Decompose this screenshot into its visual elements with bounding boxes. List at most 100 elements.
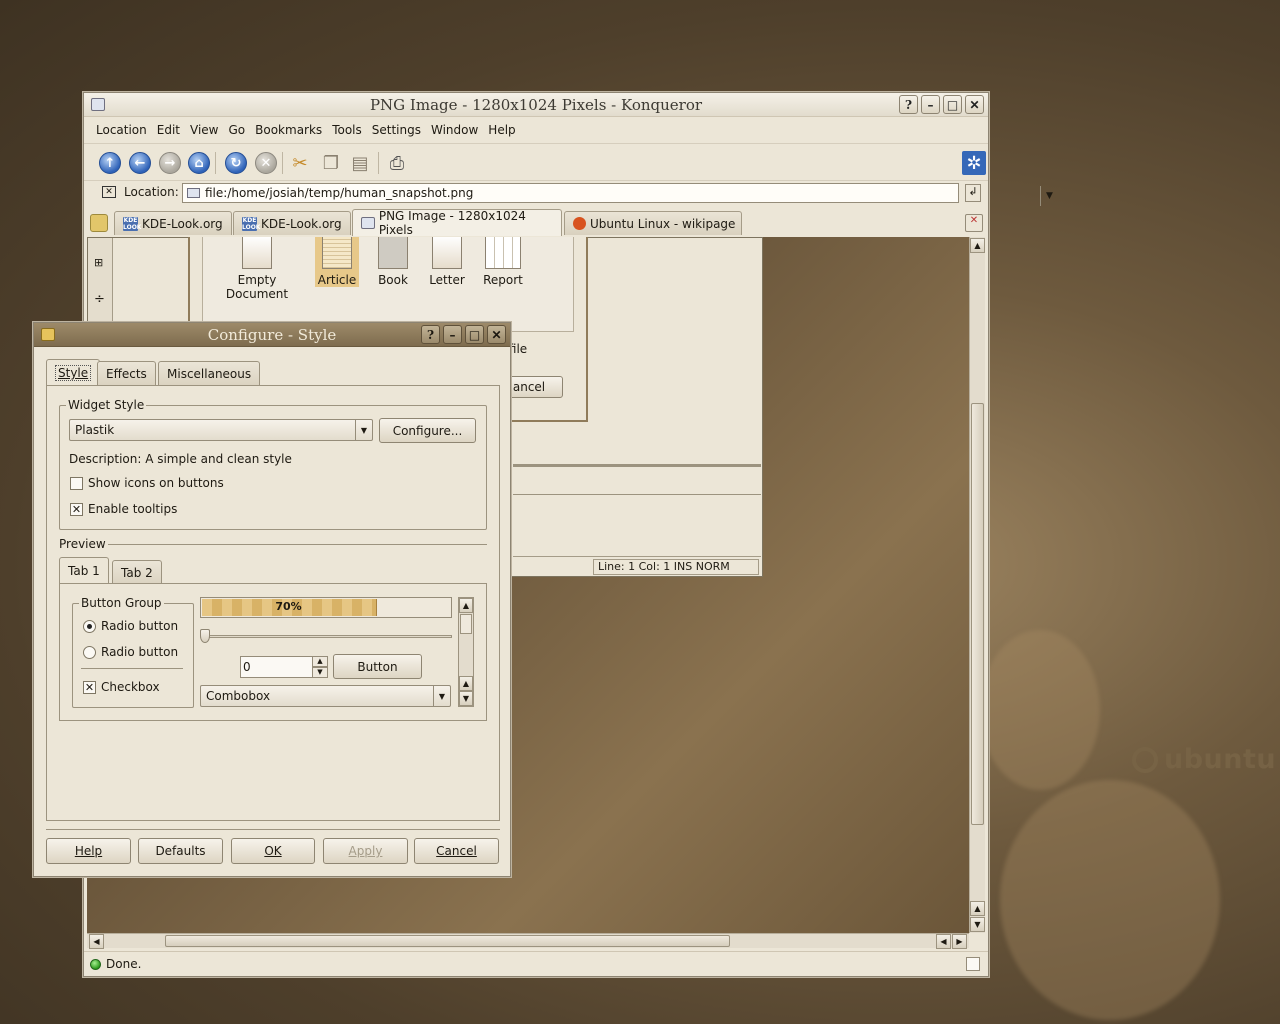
dialog-close-button[interactable]: ✕: [487, 325, 506, 344]
scroll-down-icon[interactable]: ▲: [970, 901, 985, 916]
defaults-button[interactable]: Defaults: [138, 838, 223, 864]
close-button[interactable]: ✕: [965, 95, 984, 114]
scroll-left-icon[interactable]: ◀: [936, 934, 951, 949]
forward-icon[interactable]: →: [159, 152, 181, 174]
enable-tooltips-checkbox[interactable]: ✕: [70, 503, 83, 516]
back-icon[interactable]: ←: [129, 152, 151, 174]
help-button[interactable]: Help: [46, 838, 131, 864]
scroll-up-icon[interactable]: ▲: [459, 676, 473, 691]
menu-edit[interactable]: Edit: [152, 123, 185, 137]
split-view-toggle[interactable]: [966, 957, 980, 971]
print-icon[interactable]: ⎙: [386, 152, 408, 174]
copy-icon[interactable]: ❐: [320, 152, 342, 174]
window-app-icon[interactable]: [91, 98, 105, 111]
ubuntu-logo: ubuntu: [1132, 744, 1276, 775]
toolbar-separator: [378, 152, 379, 174]
sidebar-tool-icon: ÷: [94, 292, 105, 307]
dialog-titlebar[interactable]: Configure - Style ? – □ ✕: [34, 323, 510, 347]
toolbar-separator: [215, 152, 216, 174]
scroll-left-icon[interactable]: ◀: [89, 934, 104, 949]
slider-handle[interactable]: [200, 629, 210, 643]
new-tab-icon[interactable]: [90, 214, 108, 232]
minimize-button[interactable]: –: [921, 95, 940, 114]
menu-bookmarks[interactable]: Bookmarks: [250, 123, 327, 137]
preview-button[interactable]: Button: [333, 654, 422, 679]
tab-effects[interactable]: Effects: [97, 361, 156, 385]
menu-window[interactable]: Window: [426, 123, 483, 137]
preview-checkbox-label[interactable]: Checkbox: [101, 680, 160, 694]
spin-down-icon[interactable]: ▼: [312, 667, 328, 678]
status-led-icon: [90, 958, 101, 970]
tab-ubuntu-wiki[interactable]: Ubuntu Linux - wikipage: [564, 211, 742, 235]
tab-style[interactable]: Style: [46, 359, 101, 386]
tab-kde-look-1[interactable]: KDE LOOK KDE-Look.org: [114, 211, 232, 235]
close-tab-icon[interactable]: ✕: [965, 214, 983, 232]
style-description: Description: A simple and clean style: [69, 452, 292, 466]
preview-scroll-thumb[interactable]: [460, 614, 472, 634]
menu-settings[interactable]: Settings: [367, 123, 426, 137]
preview-scrollbar[interactable]: ▲ ▲ ▼: [458, 597, 474, 707]
maximize-button[interactable]: □: [943, 95, 962, 114]
enable-tooltips-label[interactable]: Enable tooltips: [88, 502, 177, 516]
scroll-right-icon[interactable]: ▶: [952, 934, 967, 949]
menu-view[interactable]: View: [185, 123, 223, 137]
menu-help[interactable]: Help: [483, 123, 520, 137]
vertical-scroll-thumb[interactable]: [971, 403, 984, 825]
horizontal-scroll-thumb[interactable]: [165, 935, 730, 947]
dialog-app-icon[interactable]: [41, 328, 55, 341]
show-icons-label[interactable]: Show icons on buttons: [88, 476, 224, 490]
book-icon: [378, 237, 408, 269]
menu-location[interactable]: Location: [91, 123, 152, 137]
preview-label: Preview: [59, 537, 106, 551]
ok-button[interactable]: OK: [231, 838, 315, 864]
horizontal-scrollbar[interactable]: ◀ ◀ ▶: [87, 933, 969, 949]
dialog-maximize-button[interactable]: □: [465, 325, 484, 344]
cut-icon[interactable]: ✂: [289, 152, 311, 174]
tab-label: KDE-Look.org: [261, 216, 342, 231]
preview-radio-2-label[interactable]: Radio button: [101, 645, 178, 659]
preview-tab-1[interactable]: Tab 1: [59, 557, 109, 584]
scroll-down-icon[interactable]: ▼: [459, 691, 473, 706]
cursor-position: Line: 1 Col: 1 INS NORM: [593, 559, 759, 575]
vertical-scrollbar[interactable]: ▲ ▲ ▼: [969, 237, 985, 933]
location-input[interactable]: file:/home/josiah/temp/human_snapshot.pn…: [182, 183, 1053, 206]
preview-slider[interactable]: [204, 635, 452, 638]
preview-radio-2[interactable]: [83, 646, 96, 659]
configure-style-button[interactable]: Configure...: [379, 418, 476, 443]
up-icon[interactable]: ↑: [99, 152, 121, 174]
preview-progress-bar: 70%: [200, 597, 452, 618]
wallpaper-figure: [1000, 780, 1220, 1020]
scroll-up-icon[interactable]: ▲: [459, 598, 473, 613]
konqueror-titlebar[interactable]: PNG Image - 1280x1024 Pixels - Konqueror…: [84, 93, 988, 117]
tab-miscellaneous[interactable]: Miscellaneous: [158, 361, 261, 385]
button-row-divider: [46, 829, 500, 830]
preview-radio-1[interactable]: [83, 620, 96, 633]
spin-up-icon[interactable]: ▲: [312, 656, 328, 667]
preview-radio-1-label[interactable]: Radio button: [101, 619, 178, 633]
location-bar: ✕ Location: file:/home/josiah/temp/human…: [84, 181, 1053, 209]
menu-tools[interactable]: Tools: [327, 123, 367, 137]
paste-icon[interactable]: ▤: [349, 152, 371, 174]
preview-checkbox[interactable]: ✕: [83, 681, 96, 694]
kde-gear-icon[interactable]: ✲: [962, 151, 986, 175]
cancel-button[interactable]: Cancel: [414, 838, 499, 864]
reload-icon[interactable]: ↻: [225, 152, 247, 174]
stop-icon[interactable]: ✕: [255, 152, 277, 174]
location-dropdown[interactable]: ▼: [1040, 186, 1058, 206]
go-icon[interactable]: ↲: [965, 184, 981, 202]
clear-location-icon[interactable]: ✕: [102, 186, 116, 198]
tab-kde-look-2[interactable]: KDE LOOK KDE-Look.org: [233, 211, 351, 235]
apply-button[interactable]: Apply: [323, 838, 408, 864]
preview-tab-2[interactable]: Tab 2: [112, 560, 162, 584]
menu-go[interactable]: Go: [224, 123, 251, 137]
scroll-up-icon[interactable]: ▲: [970, 238, 985, 253]
dialog-minimize-button[interactable]: –: [443, 325, 462, 344]
tab-png-image[interactable]: PNG Image - 1280x1024 Pixels: [352, 209, 562, 237]
dialog-help-titlebar-button[interactable]: ?: [421, 325, 440, 344]
help-titlebar-button[interactable]: ?: [899, 95, 918, 114]
show-icons-checkbox[interactable]: [70, 477, 83, 490]
scroll-down-icon[interactable]: ▼: [970, 917, 985, 932]
widget-style-combo[interactable]: Plastik ▼: [69, 419, 373, 441]
home-icon[interactable]: ⌂: [188, 152, 210, 174]
preview-combobox[interactable]: Combobox ▼: [200, 685, 451, 707]
